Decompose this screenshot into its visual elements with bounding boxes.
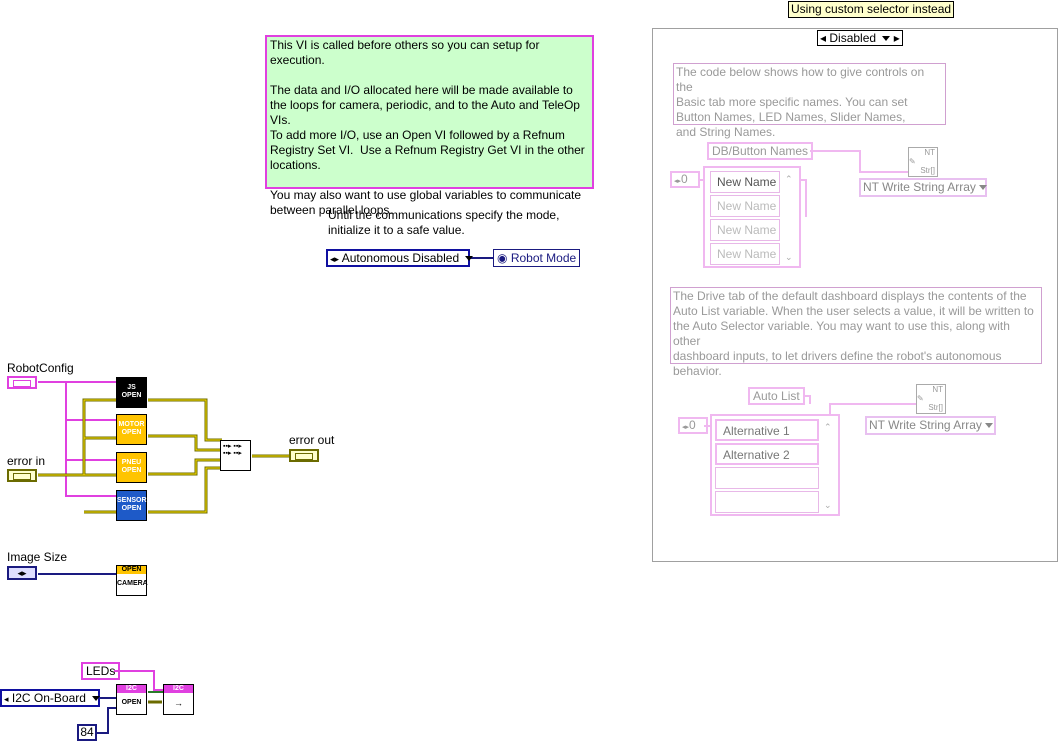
pneu-open-subvi[interactable]: PNEU OPEN [116,452,147,483]
globe-icon: ◉ [497,251,508,265]
spin-icon: ◂▸ [682,424,690,431]
nt-write-string-array-2[interactable]: NT Write String Array [865,416,996,435]
error-out-label: error out [289,433,335,447]
db-button-names-control[interactable]: DB/Button Names [707,142,814,160]
js-open-subvi[interactable]: JS OPEN [116,377,147,408]
dropdown-arrow-icon[interactable] [882,36,891,42]
merge-icon: ▪▪▸ ▪▪▸ ▪▪▸ ▪▪▸ [223,443,242,457]
image-size-terminal[interactable]: ◂▸ [7,566,37,580]
mode-note: Until the communications specify the mod… [328,208,560,237]
image-size-label: Image Size [7,550,68,564]
increment-arrow-icon[interactable]: ▸ [894,31,900,45]
names-note: The code below shows how to give control… [673,63,946,139]
setup-note: This VI is called before others so you c… [265,35,594,217]
scroll-down-icon[interactable]: ⌄ [785,252,793,263]
scroll-down-icon[interactable]: ⌄ [824,500,832,511]
enum-icon: ◂▸ [17,568,27,578]
motor-open-subvi[interactable]: MOTOR OPEN [116,414,147,445]
new-name-array: New Name New Name New Name New Name ⌃ ⌄ [703,166,801,268]
error-in-terminal[interactable] [7,469,37,482]
nt-write-string-array-1[interactable]: NT Write String Array [859,178,987,197]
list-item[interactable]: New Name [710,195,780,217]
i2c-open-subvi[interactable]: I2C OPEN [116,684,147,715]
selector-value: Disabled [829,31,877,45]
scroll-up-icon[interactable]: ⌃ [785,174,793,185]
disabled-selector[interactable]: ◂ Disabled ▸ [817,30,903,46]
merge-errors-node[interactable]: ▪▪▸ ▪▪▸ ▪▪▸ ▪▪▸ [220,440,251,471]
dropdown-arrow-icon[interactable] [92,696,101,702]
list-item[interactable] [715,491,819,513]
auto-list-control[interactable]: Auto List [748,387,805,405]
array-index-2[interactable]: ◂▸0 [678,417,708,434]
robot-config-label: RobotConfig [7,361,74,375]
list-item[interactable]: New Name [710,219,780,241]
nt-badge: NT [932,385,943,394]
robot-config-terminal[interactable] [7,376,37,389]
list-item[interactable]: New Name [710,243,780,265]
robot-mode-variable[interactable]: ◉ Robot Mode [493,249,581,267]
robot-mode-label: Robot Mode [510,251,577,265]
cluster-icon [295,453,313,460]
cluster-icon [13,473,31,480]
alternatives-array: Alternative 1 Alternative 2 ⌃ ⌄ [710,414,840,516]
i2c-address-constant[interactable]: 84 [77,724,97,741]
auto-list-note: The Drive tab of the default dashboard d… [670,287,1042,378]
str-label: Str[] [928,403,943,412]
list-item[interactable]: Alternative 1 [715,419,819,441]
pencil-icon: ✎ [909,157,916,166]
open-camera-subvi[interactable]: OPEN CAMERA [116,565,148,596]
sensor-open-subvi[interactable]: SENSOR OPEN [116,490,147,521]
i2c-enum-value: I2C On-Board [11,691,86,705]
str-label: Str[] [920,166,935,175]
enum-decrement-icon[interactable]: ◂▸ [330,254,339,264]
error-out-terminal[interactable] [289,449,319,462]
decrement-arrow-icon[interactable]: ◂ [820,31,826,45]
i2c-write-subvi[interactable]: I2C → [163,684,194,715]
cluster-icon [13,380,31,387]
pencil-icon: ✎ [917,394,924,403]
autonomous-mode-enum[interactable]: ◂▸ Autonomous Disabled [326,249,474,267]
i2c-port-enum[interactable]: ◂ I2C On-Board [0,689,101,707]
array-index-1[interactable]: ◂▸0 [670,171,700,188]
scroll-up-icon[interactable]: ⌃ [824,422,832,433]
nt-node-2[interactable]: NT ✎ Str[] [916,384,946,414]
dropdown-arrow-icon[interactable] [984,423,993,429]
dropdown-arrow-icon[interactable] [465,256,474,262]
dropdown-arrow-icon[interactable] [978,185,987,191]
list-item[interactable]: New Name [710,171,780,193]
enum-arrows-icon[interactable]: ◂ [4,694,9,704]
nt-badge: NT [924,148,935,157]
leds-control[interactable]: LEDs [81,662,121,680]
error-in-label: error in [7,454,46,468]
enum-value: Autonomous Disabled [341,251,460,265]
list-item[interactable] [715,467,819,489]
spin-icon: ◂▸ [674,178,682,185]
nt-node-1[interactable]: NT ✎ Str[] [908,147,938,177]
custom-selector-tag: Using custom selector instead [788,1,955,18]
list-item[interactable]: Alternative 2 [715,443,819,465]
